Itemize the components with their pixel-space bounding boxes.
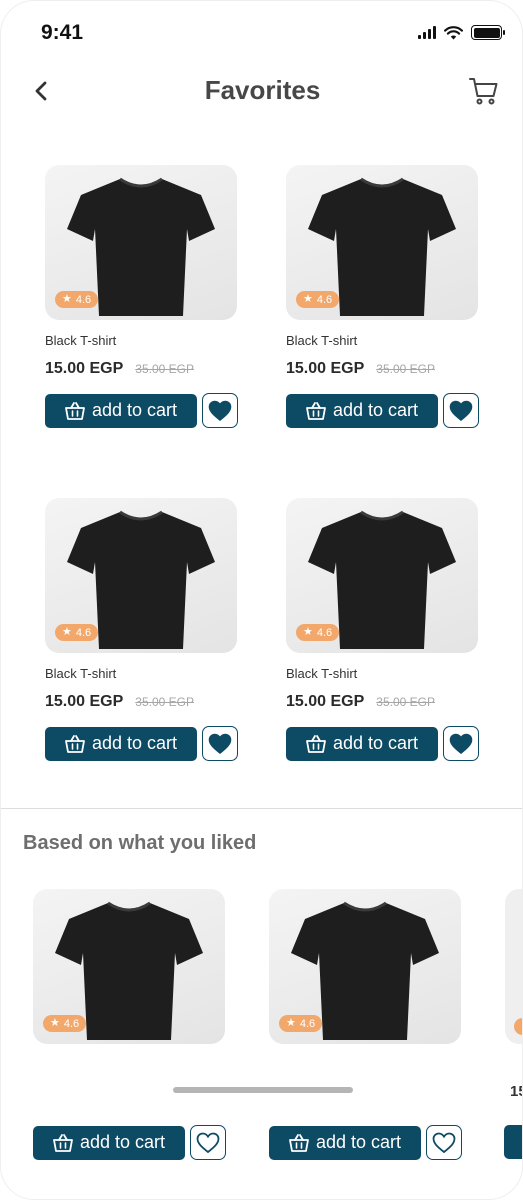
product-name: Black T-shirt (286, 333, 358, 348)
add-to-cart-label: add to cart (332, 733, 419, 753)
favorite-button[interactable] (443, 393, 479, 428)
star-icon: ★ (303, 626, 313, 638)
add-to-cart-button[interactable]: add to cart (286, 393, 438, 428)
heart-icon (208, 400, 232, 421)
cellular-signal-icon (418, 26, 436, 39)
heart-icon (208, 733, 232, 754)
rating-value: 4.6 (63, 1017, 80, 1030)
star-icon: ★ (303, 293, 313, 305)
current-price: 15.00 EGP (45, 360, 124, 377)
peek-price: 15 (510, 1083, 522, 1100)
add-to-cart-button[interactable]: add to cart (45, 393, 197, 428)
price-row: 15.00 EGP 35.00 EGP (286, 360, 482, 380)
current-price: 15.00 EGP (286, 693, 365, 710)
battery-icon (471, 25, 505, 40)
favorite-button[interactable] (443, 726, 479, 761)
status-time: 9:41 (41, 21, 84, 44)
recommendations-title: Based on what you liked (23, 832, 257, 854)
card-actions: add to cart (286, 393, 482, 428)
favorite-button[interactable] (202, 726, 238, 761)
product-card[interactable]: ★ 4.6 Black T-shirt 15.00 EGP 35.00 EGP … (286, 165, 482, 428)
current-price: 15.00 EGP (45, 693, 124, 710)
rating-value: 4.6 (316, 293, 333, 306)
old-price: 35.00 EGP (376, 362, 435, 376)
add-to-cart-button[interactable]: add to cart (269, 1125, 421, 1160)
heart-outline-icon (196, 1132, 220, 1153)
section-divider (1, 808, 522, 809)
product-image[interactable]: ★ 4.6 (33, 889, 225, 1044)
product-card[interactable]: ★ 4.6 Black T-shirt 15.00 EGP 35.00 EGP … (45, 165, 241, 428)
product-image[interactable]: ★ 4.6 (45, 498, 237, 653)
add-to-cart-label: add to cart (332, 400, 419, 420)
recommended-card[interactable]: ★ 4.6 (269, 889, 465, 1044)
rating-badge: ★ 4.6 (296, 624, 340, 641)
basket-icon (65, 734, 85, 753)
rating-badge: ★ 4.6 (279, 1015, 323, 1032)
product-card[interactable]: ★ 4.6 Black T-shirt 15.00 EGP 35.00 EGP … (286, 498, 482, 761)
favorite-button[interactable] (202, 393, 238, 428)
card-actions: add to cart (269, 1125, 462, 1160)
star-icon: ★ (50, 1017, 60, 1029)
cart-icon (469, 78, 498, 105)
rating-value: 4.6 (316, 626, 333, 639)
product-image[interactable]: ★ 4.6 (269, 889, 461, 1044)
rating-value: 4.6 (75, 293, 92, 306)
basket-icon (306, 401, 326, 420)
add-to-cart-label: add to cart (79, 1132, 166, 1152)
favorite-button[interactable] (426, 1125, 462, 1160)
product-card[interactable]: ★ 4.6 Black T-shirt 15.00 EGP 35.00 EGP … (45, 498, 241, 761)
home-indicator[interactable] (173, 1087, 353, 1093)
rating-badge: ★ 4.6 (43, 1015, 87, 1032)
current-price: 15.00 EGP (286, 360, 365, 377)
heart-icon (449, 733, 473, 754)
old-price: 35.00 EGP (376, 695, 435, 709)
add-to-cart-button[interactable]: add to cart (286, 726, 438, 761)
add-to-cart-button[interactable]: add to cart (45, 726, 197, 761)
heart-icon (449, 400, 473, 421)
star-icon: ★ (286, 1017, 296, 1029)
add-to-cart-button[interactable]: add to cart (33, 1125, 185, 1160)
card-actions: add to cart (45, 393, 241, 428)
card-actions: add to cart (45, 726, 241, 761)
rating-value: 4.6 (75, 626, 92, 639)
add-to-cart-button-peek[interactable] (504, 1125, 522, 1159)
star-icon: ★ (62, 293, 72, 305)
phone-screen: 9:41 Favorites ★ 4.6 Black T-shirt 15.00… (0, 0, 523, 1200)
cart-button[interactable] (468, 75, 500, 107)
price-row: 15.00 EGP 35.00 EGP (45, 693, 241, 713)
star-icon: ★ (62, 626, 72, 638)
heart-outline-icon (432, 1132, 456, 1153)
status-bar: 9:41 (1, 1, 522, 67)
product-image[interactable]: ★ 4.6 (45, 165, 237, 320)
rating-value: 4.6 (299, 1017, 316, 1030)
price-row: 15.00 EGP 35.00 EGP (45, 360, 241, 380)
add-to-cart-label: add to cart (91, 400, 178, 420)
add-to-cart-label: add to cart (91, 733, 178, 753)
wifi-icon (444, 25, 463, 39)
rating-badge: ★ 4.6 (296, 291, 340, 308)
card-actions: add to cart (33, 1125, 226, 1160)
status-icons (418, 25, 505, 40)
favorite-button[interactable] (190, 1125, 226, 1160)
price-row: 15.00 EGP 35.00 EGP (286, 693, 482, 713)
add-to-cart-label: add to cart (315, 1132, 402, 1152)
rating-badge: ★ 4.6 (55, 291, 99, 308)
basket-icon (53, 1133, 73, 1152)
product-name: Black T-shirt (45, 333, 117, 348)
recommended-card[interactable]: ★ 4.6 (33, 889, 229, 1044)
card-actions: add to cart (286, 726, 482, 761)
product-image[interactable]: ★ 4.6 (286, 498, 478, 653)
product-image[interactable]: ★ 4.6 (286, 165, 478, 320)
old-price: 35.00 EGP (135, 362, 194, 376)
basket-icon (306, 734, 326, 753)
product-name: Black T-shirt (286, 666, 358, 681)
product-name: Black T-shirt (45, 666, 117, 681)
old-price: 35.00 EGP (135, 695, 194, 709)
page-title: Favorites (204, 75, 321, 105)
rating-badge: ★ 4.6 (55, 624, 99, 641)
basket-icon (65, 401, 85, 420)
basket-icon (289, 1133, 309, 1152)
